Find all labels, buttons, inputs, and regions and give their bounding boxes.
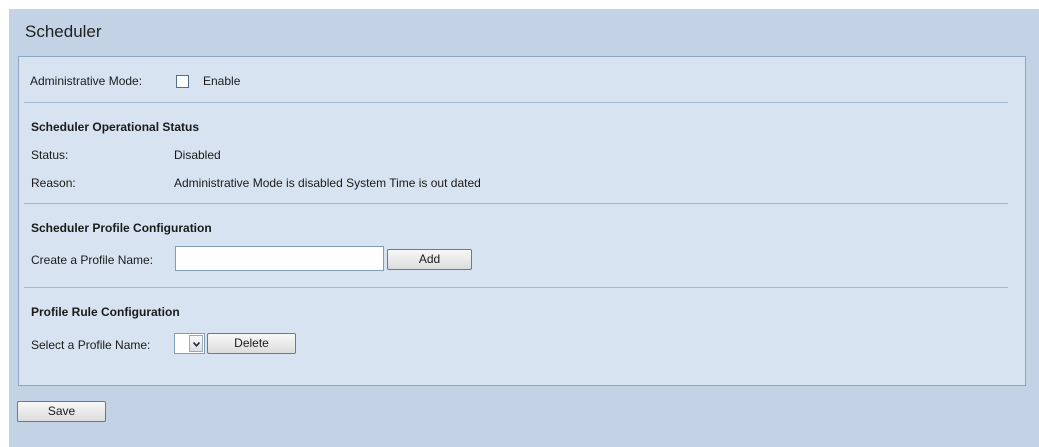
add-button[interactable]: Add — [387, 249, 472, 270]
page-title: Scheduler — [25, 22, 102, 41]
profile-name-input[interactable] — [175, 246, 384, 271]
divider — [24, 102, 1008, 103]
delete-button[interactable]: Delete — [207, 333, 296, 354]
select-profile-label: Select a Profile Name: — [31, 338, 151, 352]
profile-config-heading: Scheduler Profile Configuration — [31, 221, 212, 235]
rule-config-heading: Profile Rule Configuration — [31, 305, 180, 319]
admin-mode-checkbox[interactable] — [176, 75, 189, 88]
status-value: Disabled — [174, 148, 221, 162]
save-button[interactable]: Save — [17, 401, 106, 422]
status-label: Status: — [31, 148, 69, 162]
chevron-down-icon[interactable] — [189, 335, 203, 352]
profile-select[interactable] — [174, 333, 205, 354]
scheduler-page: Scheduler Administrative Mode: Enable Sc… — [9, 9, 1039, 447]
scheduler-panel: Administrative Mode: Enable Scheduler Op… — [18, 56, 1026, 386]
reason-value: Administrative Mode is disabled System T… — [174, 176, 481, 190]
divider — [24, 287, 1008, 288]
operational-status-heading: Scheduler Operational Status — [31, 120, 200, 134]
admin-mode-label: Administrative Mode: — [30, 74, 143, 88]
admin-mode-enable-label[interactable]: Enable — [203, 74, 240, 88]
divider — [24, 203, 1008, 204]
reason-label: Reason: — [31, 176, 76, 190]
profile-name-label: Create a Profile Name: — [31, 253, 154, 267]
